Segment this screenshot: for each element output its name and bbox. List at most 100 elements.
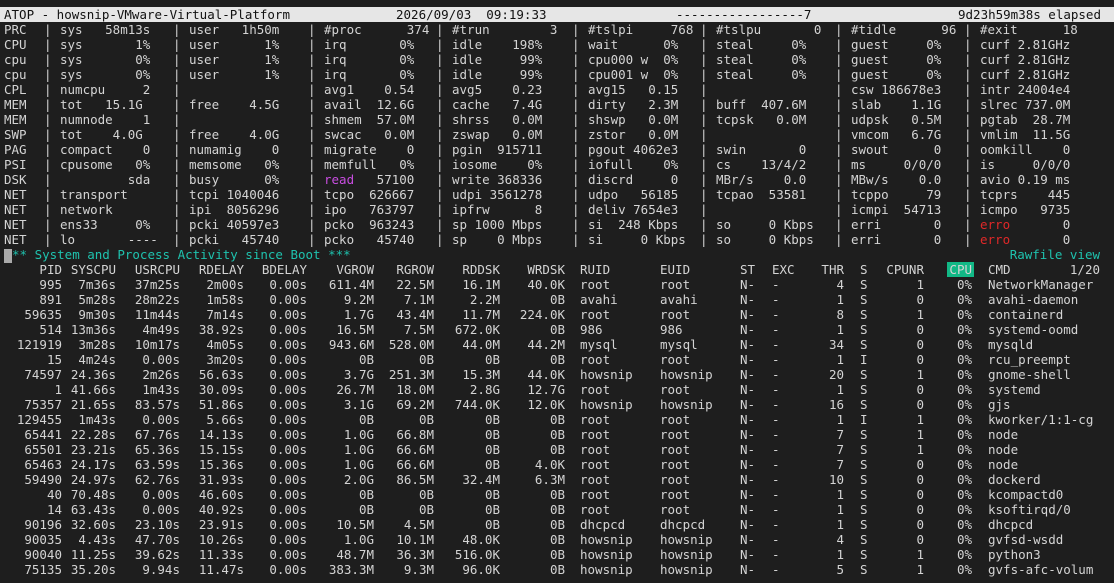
process-cell-bdelay: 0.00s: [269, 442, 307, 457]
column-separator: |: [173, 232, 181, 247]
column-header-cmd[interactable]: CMD: [988, 262, 1011, 277]
system-field: curf 2.81GHz: [980, 67, 1071, 82]
column-header-pid[interactable]: PID: [39, 262, 62, 277]
process-row[interactable]: 65463 24.17s 63.59s 15.36s 0.00s 1.0G 66.6M 0B 4…: [0, 457, 1114, 472]
process-row[interactable]: 59635 9m30s 11m44s 7m14s 0.00s 1.7G 43.4M 11.7M…: [0, 307, 1114, 322]
process-row[interactable]: 121919 3m28s 10m17s 4m05s 0.00s 943.6M 528.0M 4…: [0, 337, 1114, 352]
process-row[interactable]: 40 70.48s 0.00s 46.60s 0.00s 0B 0B 0B 0B root root…: [0, 487, 1114, 502]
process-cell-usrcpu: 0.00s: [142, 412, 180, 427]
process-cell-vgrow: 3.7G: [343, 367, 374, 382]
column-separator: |: [700, 67, 708, 82]
column-header-ruid[interactable]: RUID: [580, 262, 610, 277]
process-row[interactable]: 514 13m36s 4m49s 38.92s 0.00s 16.5M 7.5M 672.0K…: [0, 322, 1114, 337]
process-row[interactable]: 59490 24.97s 62.76s 31.93s 0.00s 2.0G 86.5M 32.…: [0, 472, 1114, 487]
system-row-label: PAG: [4, 142, 27, 157]
process-row[interactable]: 74597 24.36s 2m26s 56.63s 0.00s 3.7G 251.3M 15.…: [0, 367, 1114, 382]
process-row[interactable]: 90040 11.25s 39.62s 11.33s 0.00s 48.7M 36.3M 51…: [0, 547, 1114, 562]
column-header-cpu[interactable]: CPU: [947, 262, 974, 277]
system-field: numcpu 2: [60, 82, 151, 97]
column-separator: |: [572, 142, 580, 157]
cursor-block: [4, 248, 12, 263]
column-header-rdelay[interactable]: RDELAY: [199, 262, 244, 277]
process-cell-wrdsk: 0B: [549, 427, 565, 442]
process-cell-vgrow: 16.5M: [336, 322, 374, 337]
process-cell-bdelay: 0.00s: [269, 367, 307, 382]
column-header-rgrow[interactable]: RGROW: [396, 262, 434, 277]
column-header-thr[interactable]: THR: [821, 262, 844, 277]
process-cell-syscpu: 21.65s: [70, 397, 116, 412]
process-cell-wrdsk: 0B: [549, 292, 565, 307]
column-separator: |: [572, 22, 580, 37]
process-cell-syscpu: 35.20s: [70, 562, 116, 577]
process-cell-exc: -: [772, 517, 780, 532]
process-row[interactable]: 90196 32.60s 23.10s 23.91s 0.00s 10.5M 4.5M 0B 0…: [0, 517, 1114, 532]
process-row[interactable]: 75357 21.65s 83.57s 51.86s 0.00s 3.1G 69.2M 744…: [0, 397, 1114, 412]
process-cell-rddsk: 0B: [484, 457, 500, 472]
process-cell-euid: root: [660, 307, 691, 322]
process-cell-vgrow: 0B: [358, 412, 374, 427]
column-header-s[interactable]: S: [860, 262, 868, 277]
atop-terminal[interactable]: ATOP - howsnip-VMware-Virtual-Platform 2…: [0, 0, 1114, 583]
process-cell-syscpu: 22.28s: [70, 427, 116, 442]
column-separator: |: [964, 202, 972, 217]
process-cell-st: N-: [740, 307, 756, 322]
process-cell-thr: 1: [836, 322, 844, 337]
process-row[interactable]: 65441 22.28s 67.76s 14.13s 0.00s 1.0G 66.8M 0B 0…: [0, 427, 1114, 442]
process-cell-rdelay: 3m20s: [206, 352, 244, 367]
process-cell-syscpu: 7m36s: [78, 277, 116, 292]
process-cell-st: N-: [740, 502, 756, 517]
process-row[interactable]: 995 7m36s 37m25s 2m00s 0.00s 611.4M 22.5M 16.1M…: [0, 277, 1114, 292]
system-row-cpu: cpu | | | | | | | | sys 0% user 1% irq 0% idle 99% cp…: [0, 52, 1114, 67]
process-row[interactable]: 15 4m24s 0.00s 3m20s 0.00s 0B 0B 0B 0B root root N-…: [0, 352, 1114, 367]
process-cell-usrcpu: 62.76s: [134, 472, 180, 487]
system-field: avg15 0.15: [588, 82, 679, 97]
column-header-bdelay[interactable]: BDELAY: [262, 262, 307, 277]
column-header-rddsk[interactable]: RDDSK: [462, 262, 500, 277]
process-row[interactable]: 1 41.66s 1m43s 30.09s 0.00s 26.7M 18.0M 2.8G 12.…: [0, 382, 1114, 397]
column-header-euid[interactable]: EUID: [660, 262, 690, 277]
process-row[interactable]: 90035 4.43s 47.70s 10.26s 0.00s 1.0G 10.1M 48.0…: [0, 532, 1114, 547]
process-row[interactable]: 129455 1m43s 0.00s 5.66s 0.00s 0B 0B 0B 0B root ro…: [0, 412, 1114, 427]
banner-row: ** System and Process Activity since Boo…: [0, 247, 1114, 263]
column-separator: |: [835, 172, 843, 187]
system-field: avio 0.19 ms: [980, 172, 1071, 187]
system-field: udpsk 0.5M: [851, 112, 942, 127]
process-cell-euid: howsnip: [660, 547, 713, 562]
column-header-vgrow[interactable]: VGROW: [336, 262, 374, 277]
column-header-exc[interactable]: EXC: [772, 262, 795, 277]
process-cell-wrdsk: 0B: [549, 547, 565, 562]
process-cell-st: N-: [740, 382, 756, 397]
column-header-syscpu[interactable]: SYSCPU: [71, 262, 116, 277]
process-cell-thr: 10: [828, 472, 844, 487]
column-header-cpunr[interactable]: CPUNR: [886, 262, 924, 277]
process-cell-rdelay: 56.63s: [198, 367, 244, 382]
process-cell-rdelay: 5.66s: [206, 412, 244, 427]
column-separator: |: [173, 112, 181, 127]
system-field: iosome 0%: [452, 157, 543, 172]
column-header-st[interactable]: ST: [740, 262, 755, 277]
system-field: so 0 Kbps: [716, 232, 814, 247]
process-table-header[interactable]: PID SYSCPU USRCPU RDELAY BDELAY VGROW RGROW RDD…: [0, 262, 1114, 277]
process-cell-thr: 1: [836, 382, 844, 397]
process-cell-ruid: root: [580, 412, 611, 427]
column-separator: |: [44, 142, 52, 157]
process-cell-cmd: avahi-daemon: [988, 292, 1079, 307]
process-cell-usrcpu: 37m25s: [134, 277, 180, 292]
system-field: vmcom 6.7G: [851, 127, 942, 142]
process-cell-usrcpu: 1m43s: [142, 382, 180, 397]
process-cell-rgrow: 0B: [418, 352, 434, 367]
system-field: tcpi 1040046: [189, 187, 280, 202]
process-row[interactable]: 65501 23.21s 65.36s 15.15s 0.00s 1.0G 66.6M 0B 0…: [0, 442, 1114, 457]
column-header-wrdsk[interactable]: WRDSK: [527, 262, 565, 277]
column-header-usrcpu[interactable]: USRCPU: [135, 262, 180, 277]
process-row[interactable]: 14 63.43s 0.00s 40.92s 0.00s 0B 0B 0B 0B root root…: [0, 502, 1114, 517]
column-separator: |: [436, 97, 444, 112]
process-cell-cpunr: 0: [916, 532, 924, 547]
process-row[interactable]: 891 5m28s 28m22s 1m58s 0.00s 9.2M 7.1M 2.2M 0B av…: [0, 292, 1114, 307]
column-separator: |: [173, 127, 181, 142]
process-row[interactable]: 75135 35.20s 9.94s 11.47s 0.00s 383.3M 9.3M 96.…: [0, 562, 1114, 577]
column-separator: |: [44, 97, 52, 112]
app-title: ATOP - howsnip-VMware-Virtual-Platform: [4, 7, 290, 22]
process-cell-st: N-: [740, 292, 756, 307]
process-cell-thr: 20: [828, 367, 844, 382]
